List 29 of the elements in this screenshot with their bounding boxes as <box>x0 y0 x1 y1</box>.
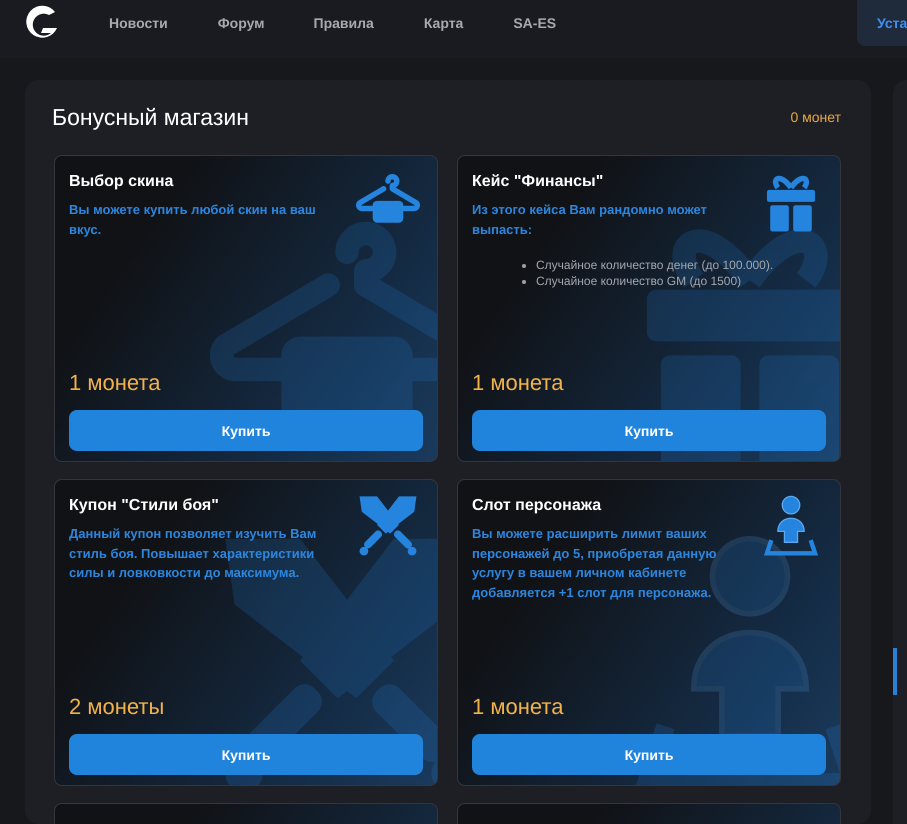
shop-title: Бонусный магазин <box>52 104 249 130</box>
bullet-text: Случайное количество денег (до 100.000). <box>536 257 774 273</box>
bullet-dot-icon <box>522 264 526 268</box>
buy-button[interactable]: Купить <box>472 734 826 775</box>
buy-button[interactable]: Купить <box>69 734 423 775</box>
card-title: Купон "Стили боя" <box>69 496 220 516</box>
header-button[interactable]: Уста <box>857 0 907 46</box>
card-description: Из этого кейса Вам рандомно может выпасть: <box>472 201 708 238</box>
card-title: Слот персонажа <box>472 496 602 516</box>
nav-link[interactable]: Новости <box>109 14 168 32</box>
bullet-text: Случайное количество GM (до 1500) <box>536 273 742 289</box>
coin-balance: 0 монет <box>790 109 841 125</box>
buy-button[interactable]: Купить <box>472 410 826 451</box>
card-title: Выбор скина <box>69 172 174 192</box>
price-label: 2 монеты <box>69 694 166 720</box>
card-description: Вы можете купить любой скин на ваш вкус. <box>69 201 317 239</box>
scroll-indicator <box>893 648 897 695</box>
card-description: Вы можете расширить лимит ваших персонажей до 5, приобретая данную услугу в вашем личном кабинете добавляется +1 слот для персонажа. <box>472 525 718 602</box>
card-description: Данный купон позволяет изучить Вам стиль боя. Повышает характеристики силы и ловковкости до максимума. <box>69 525 318 582</box>
nav-link[interactable]: Карта <box>424 14 464 32</box>
nav-link[interactable]: SA-ES <box>513 14 556 32</box>
price-label: 1 монета <box>472 694 564 720</box>
card-title: Кейс "Финансы" <box>472 172 604 192</box>
price-label: 1 монета <box>472 370 564 396</box>
nav-link[interactable]: Форум <box>218 14 265 32</box>
buy-button[interactable]: Купить <box>69 410 423 451</box>
bullet-dot-icon <box>522 280 526 284</box>
price-label: 1 монета <box>69 370 162 396</box>
nav-link[interactable]: Правила <box>314 14 374 32</box>
